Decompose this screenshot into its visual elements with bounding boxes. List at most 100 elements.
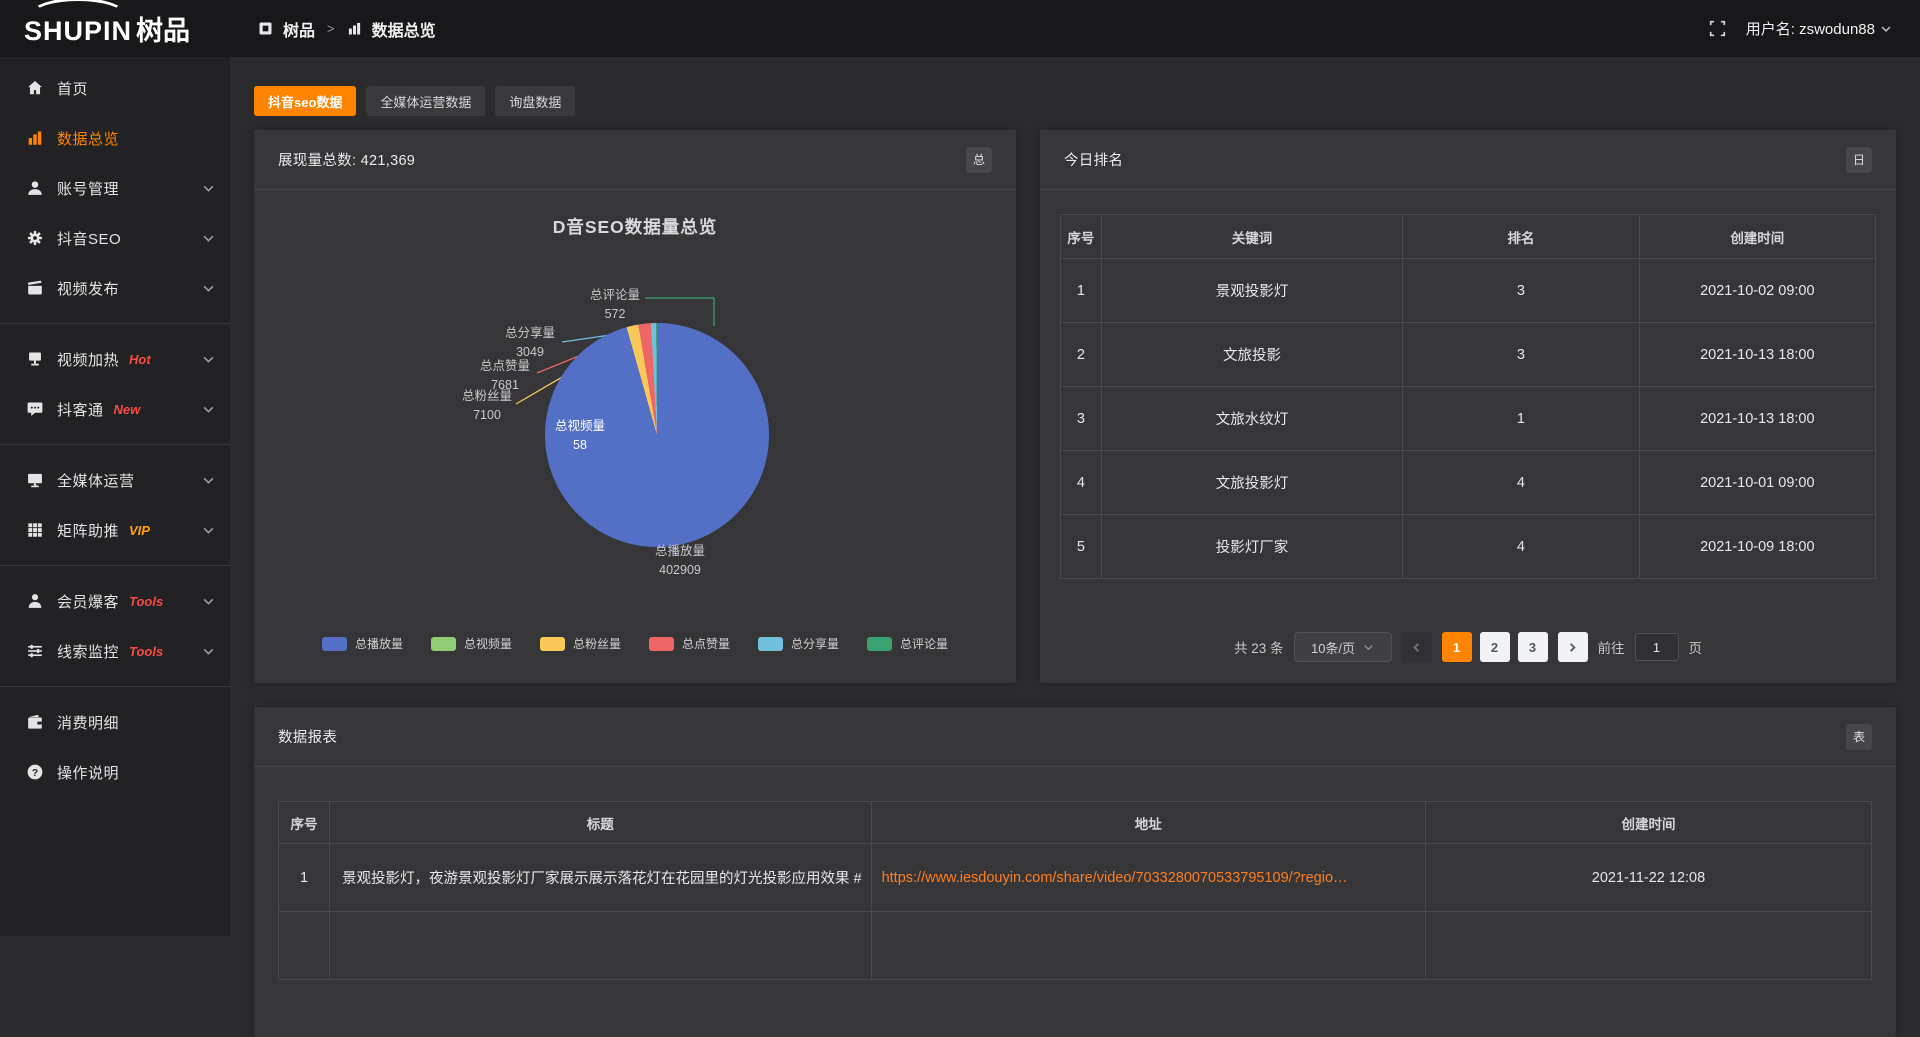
home-icon — [26, 79, 44, 97]
legend-label: 总评论量 — [900, 635, 948, 652]
legend-item-总分享量[interactable]: 总分享量 — [758, 635, 839, 652]
legend-item-总粉丝量[interactable]: 总粉丝量 — [540, 635, 621, 652]
sidebar-item-线索监控[interactable]: 线索监控 Tools — [0, 626, 230, 676]
ranking-table: 序号关键词排名创建时间 1景观投影灯32021-10-02 09:002文旅投影… — [1060, 214, 1876, 579]
pie-label: 总播放量402909 — [655, 542, 705, 580]
sidebar-item-badge: Tools — [129, 644, 163, 659]
main-content: 抖音seo数据全媒体运营数据询盘数据 展现量总数: 421,369 总 D音SE… — [230, 57, 1920, 936]
tab-全媒体运营数据[interactable]: 全媒体运营数据 — [366, 86, 485, 116]
cell: 2021-10-02 09:00 — [1639, 259, 1875, 323]
cell — [279, 912, 330, 980]
report-panel: 数据报表 表 序号标题地址创建时间 1景观投影灯，夜游景观投影灯厂家展示展示落花… — [254, 707, 1896, 1037]
sidebar-item-badge: Hot — [129, 352, 151, 367]
sidebar-item-抖音SEO[interactable]: 抖音SEO — [0, 213, 230, 263]
sidebar-item-label: 线索监控 — [57, 641, 119, 662]
page-button-2[interactable]: 2 — [1480, 632, 1510, 662]
table-view-button[interactable]: 表 — [1846, 724, 1872, 750]
link-cell[interactable]: https://www.iesdouyin.com/share/video/70… — [871, 844, 1425, 912]
total-view-button[interactable]: 总 — [966, 147, 992, 173]
prev-page-button[interactable] — [1402, 632, 1432, 662]
sidebar-item-label: 矩阵助推 — [57, 520, 119, 541]
legend-label: 总分享量 — [791, 635, 839, 652]
cell: 2021-10-13 18:00 — [1639, 387, 1875, 451]
column-header: 序号 — [1061, 215, 1102, 259]
sidebar-item-badge: Tools — [129, 594, 163, 609]
legend-item-总播放量[interactable]: 总播放量 — [322, 635, 403, 652]
goto-suffix: 页 — [1689, 637, 1703, 657]
member-icon — [26, 592, 44, 610]
user-menu[interactable]: 用户名: zswodun88 — [1746, 18, 1892, 39]
chevron-down-icon — [1880, 23, 1892, 35]
cell — [329, 912, 871, 980]
chevron-down-icon — [202, 182, 215, 195]
chevron-right-icon — [1567, 642, 1578, 653]
sidebar-divider — [0, 686, 230, 687]
table-header-row: 序号关键词排名创建时间 — [1061, 215, 1876, 259]
page-size-select[interactable]: 10条/页 — [1294, 632, 1392, 662]
legend-swatch — [540, 637, 565, 651]
next-page-button[interactable] — [1558, 632, 1588, 662]
cell: 2021-10-09 18:00 — [1639, 515, 1875, 579]
sidebar-item-矩阵助推[interactable]: 矩阵助推 VIP — [0, 505, 230, 555]
sidebar-item-账号管理[interactable]: 账号管理 — [0, 163, 230, 213]
chat-icon — [26, 400, 44, 418]
tab-询盘数据[interactable]: 询盘数据 — [495, 86, 575, 116]
sidebar-item-视频加热[interactable]: 视频加热Hot — [0, 334, 230, 384]
page-button-3[interactable]: 3 — [1518, 632, 1548, 662]
sidebar-item-label: 首页 — [57, 78, 88, 99]
sidebar-item-数据总览[interactable]: 数据总览 — [0, 113, 230, 163]
cell — [871, 912, 1425, 980]
legend-swatch — [758, 637, 783, 651]
column-header: 标题 — [329, 802, 871, 844]
sidebar-item-badge: New — [114, 402, 141, 417]
sidebar-item-会员爆客[interactable]: 会员爆客 Tools — [0, 576, 230, 626]
breadcrumb-current: 数据总览 — [372, 17, 436, 41]
table-row: 2文旅投影32021-10-13 18:00 — [1061, 323, 1876, 387]
goto-label: 前往 — [1598, 637, 1625, 657]
tab-抖音seo数据[interactable]: 抖音seo数据 — [254, 86, 356, 116]
legend-swatch — [431, 637, 456, 651]
cell: 4 — [1403, 515, 1639, 579]
sidebar-item-抖客通[interactable]: 抖客通New — [0, 384, 230, 434]
sidebar-divider — [0, 323, 230, 324]
monitor-icon — [26, 471, 44, 489]
legend-swatch — [322, 637, 347, 651]
sidebar-item-label: 全媒体运营 — [57, 470, 135, 491]
tab-bar: 抖音seo数据全媒体运营数据询盘数据 — [254, 86, 575, 116]
wallet-icon — [26, 713, 44, 731]
sidebar-item-消费明细[interactable]: 消费明细 — [0, 697, 230, 747]
overview-panel-header: 展现量总数: 421,369 总 — [254, 130, 1016, 190]
chevron-left-icon — [1411, 642, 1422, 653]
breadcrumb-separator: > — [327, 21, 335, 36]
sidebar-item-label: 消费明细 — [57, 712, 119, 733]
report-panel-header: 数据报表 表 — [254, 707, 1896, 767]
sidebar-item-全媒体运营[interactable]: 全媒体运营 — [0, 455, 230, 505]
page-button-1[interactable]: 1 — [1442, 632, 1472, 662]
chart-title: D音SEO数据量总览 — [254, 214, 1016, 239]
column-header: 排名 — [1403, 215, 1639, 259]
sidebar-item-首页[interactable]: 首页 — [0, 63, 230, 113]
chart-legend: 总播放量 总视频量 总粉丝量 总点赞量 总分享量 总评论量 — [254, 635, 1016, 652]
cell: 2021-10-01 09:00 — [1639, 451, 1875, 515]
user-icon — [26, 179, 44, 197]
chevron-down-icon — [202, 524, 215, 537]
fullscreen-icon[interactable] — [1709, 20, 1726, 37]
sidebar-item-label: 会员爆客 — [57, 591, 119, 612]
report-panel-title: 数据报表 — [278, 726, 337, 747]
logo-text-cn: 树品 — [136, 16, 190, 46]
daily-view-button[interactable]: 日 — [1846, 147, 1872, 173]
sidebar-item-操作说明[interactable]: ?操作说明 — [0, 747, 230, 797]
goto-page-input[interactable] — [1635, 633, 1679, 661]
legend-swatch — [649, 637, 674, 651]
svg-text:?: ? — [32, 768, 38, 779]
cell: 4 — [1403, 451, 1639, 515]
table-row: 1景观投影灯32021-10-02 09:00 — [1061, 259, 1876, 323]
breadcrumb-root[interactable]: 树品 — [283, 17, 315, 41]
report-table: 序号标题地址创建时间 1景观投影灯，夜游景观投影灯厂家展示展示落花灯在花园里的灯… — [278, 801, 1872, 980]
sidebar-item-视频发布[interactable]: 视频发布 — [0, 263, 230, 313]
legend-item-总评论量[interactable]: 总评论量 — [867, 635, 948, 652]
legend-item-总点赞量[interactable]: 总点赞量 — [649, 635, 730, 652]
sidebar-item-badge: VIP — [129, 523, 150, 538]
pagination: 共 23 条 10条/页 123 前往 页 — [1040, 631, 1896, 663]
legend-item-总视频量[interactable]: 总视频量 — [431, 635, 512, 652]
